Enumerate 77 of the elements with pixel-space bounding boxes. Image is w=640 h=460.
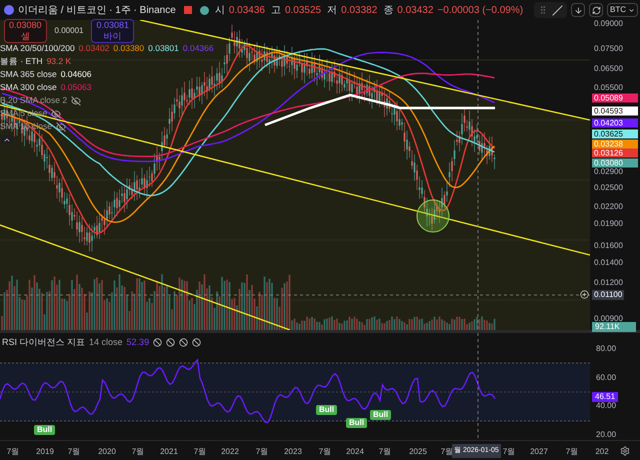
rsi-tick: 60.00 — [596, 372, 616, 384]
ohlc-label: 고 — [270, 4, 281, 18]
time-label: 2021 — [160, 446, 178, 458]
rsi-badge: 46.51 — [592, 392, 618, 402]
ohlc-value: 0.03432 — [397, 4, 434, 18]
indicator-name[interactable]: SMA 365 close — [0, 68, 57, 81]
price-tick: 0.06500 — [594, 63, 623, 75]
price-badge: 0.05089 — [592, 94, 638, 102]
time-label: 7월 — [318, 446, 332, 458]
price-badge: 0.03126 — [592, 148, 638, 158]
time-label: 7월 — [566, 446, 578, 458]
bull-signal: Bull — [346, 418, 368, 428]
price-tick: 0.02900 — [594, 166, 623, 178]
time-label: 7월 — [132, 446, 144, 458]
crosshair-price: 0.01100 — [592, 290, 624, 300]
indicator-value: 0.05063 — [60, 81, 92, 94]
price-tick: 0.00900 — [594, 313, 623, 323]
time-label: 7월 — [6, 446, 20, 458]
price-badge: 0.03238 — [592, 140, 638, 148]
time-label: 7월 — [68, 446, 80, 458]
price-tick: 0.07500 — [594, 43, 623, 55]
time-label: 2020 — [98, 446, 116, 458]
time-label: 7월 — [440, 446, 454, 458]
rsi-tick: 80.00 — [596, 343, 616, 355]
time-label: 7월 — [378, 446, 392, 458]
bull-signal: Bull — [316, 405, 338, 415]
time-label: 2019 — [36, 446, 54, 458]
rsi-value: 52.39 — [126, 336, 150, 349]
volume-badge: 92.11K — [592, 322, 636, 332]
indicator-value: 0.03402 — [78, 42, 110, 55]
price-tick: 0.01200 — [594, 277, 623, 289]
price-badge: 0.04593 — [592, 106, 638, 116]
price-tick: 0.02500 — [594, 182, 623, 194]
rsi-tick: 20.00 — [596, 428, 616, 441]
time-label: 7월 — [502, 446, 516, 458]
time-label: 7월 — [256, 446, 268, 458]
indicator-value: 0.03380 — [113, 42, 144, 55]
time-label: 2027 — [530, 446, 548, 458]
ohlc-value: 0.03382 — [341, 4, 378, 18]
time-label: 2025 — [409, 446, 427, 458]
symbol-title[interactable]: 이더리움 / 비트코인 · 1주 · Binance — [18, 2, 176, 18]
bull-signal: Bull — [370, 410, 392, 420]
time-label: 202 — [595, 446, 609, 458]
buy-button[interactable]: 0.03081 바이 — [91, 19, 134, 43]
ohlc-value: 0.03525 — [284, 4, 322, 18]
sell-button[interactable]: 0.03080 셀 — [4, 19, 47, 43]
ohlc-value: 0.03436 — [228, 4, 265, 18]
price-tick: 0.01400 — [594, 257, 623, 269]
ohlc-label: 저 — [327, 4, 338, 18]
time-label: 7월 — [194, 446, 206, 458]
indicator-name[interactable]: SMA 20/50/100/200 — [0, 42, 75, 55]
price-tick: 0.09000 — [594, 18, 623, 30]
indicator-value: 0.04366 — [182, 42, 214, 55]
rsi-params: 14 close — [89, 336, 123, 349]
spread-value: 0.00001 — [54, 25, 84, 37]
price-tick: 0.02200 — [594, 201, 623, 213]
price-tick: 0.01600 — [594, 240, 623, 252]
ohlc-label: 종 — [383, 4, 394, 18]
ohlc-label: 시 — [214, 4, 225, 18]
price-change: −0.00003 (−0.09%) — [437, 4, 524, 18]
indicator-value: 0.04606 — [60, 68, 92, 81]
bull-signal: Bull — [34, 425, 56, 435]
price-badge: 0.03080 — [592, 158, 638, 168]
time-label: 2023 — [284, 446, 302, 458]
indicator-name[interactable]: 볼륨 · ETH — [0, 55, 43, 68]
price-tick: 0.01900 — [594, 218, 623, 230]
price-badge: 0.03625 — [592, 130, 638, 138]
rsi-title[interactable]: RSI 다이버전스 지표 — [2, 336, 86, 350]
time-label: 2022 — [221, 446, 239, 458]
price-badge: 0.04203 — [592, 118, 638, 128]
price-tick: 0.05500 — [594, 82, 623, 94]
rsi-tick: 40.00 — [596, 400, 616, 412]
time-label: 2024 — [346, 446, 364, 458]
indicator-value: 0.03801 — [148, 42, 179, 55]
indicator-name[interactable]: SMA 300 close — [0, 81, 57, 94]
indicator-value: 93.2 K — [46, 55, 72, 68]
currency-dropdown[interactable]: BTC — [607, 3, 638, 17]
